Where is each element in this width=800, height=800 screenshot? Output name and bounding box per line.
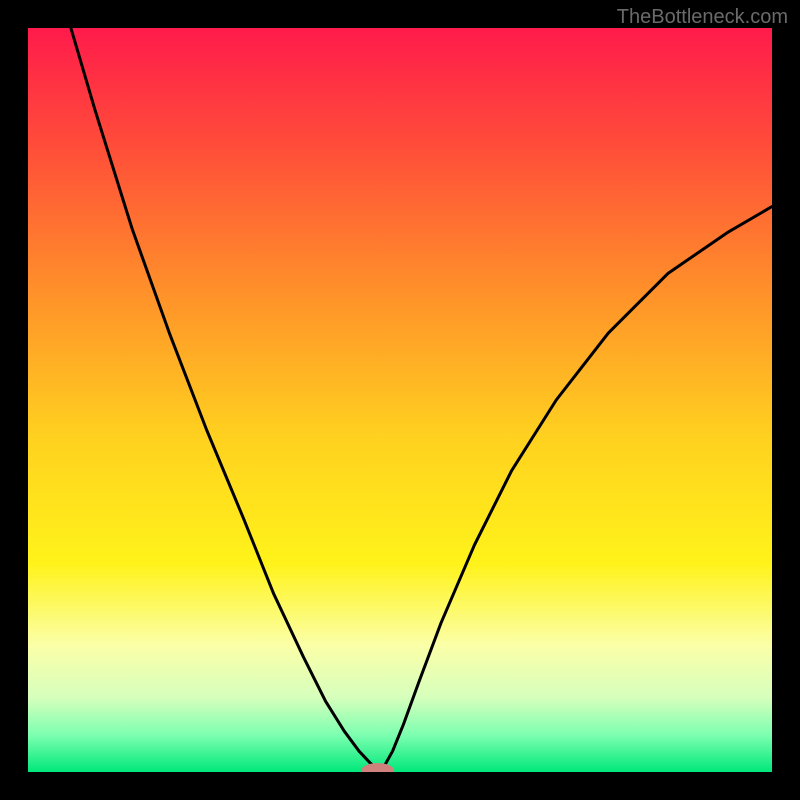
chart-svg	[0, 0, 800, 800]
chart-stage: TheBottleneck.com	[0, 0, 800, 800]
watermark-text: TheBottleneck.com	[617, 6, 788, 29]
plot-background	[28, 28, 772, 772]
